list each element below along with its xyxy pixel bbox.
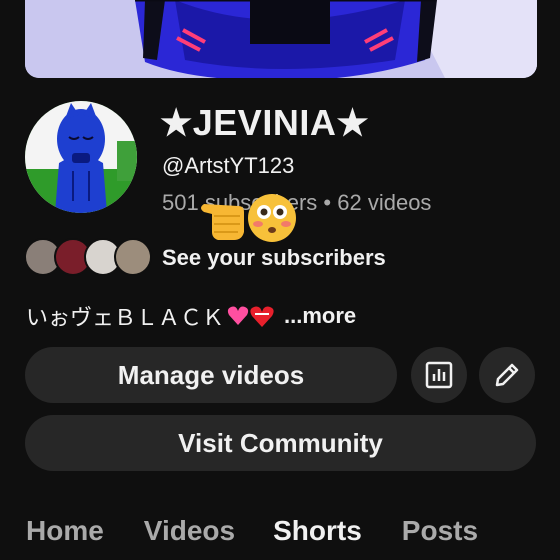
banner-artwork <box>25 0 537 78</box>
channel-handle: @ArtstYT123 <box>162 153 295 178</box>
channel-name: ★JEVINIA★ <box>160 102 370 143</box>
channel-banner[interactable] <box>25 0 537 78</box>
subscriber-avatar <box>114 238 152 276</box>
visit-community-button[interactable]: Visit Community <box>25 415 536 471</box>
channel-avatar[interactable] <box>25 101 137 213</box>
pointing-hand-icon <box>201 204 244 240</box>
tab-videos[interactable]: Videos <box>144 515 235 547</box>
stats-separator: • <box>317 190 338 215</box>
analytics-button[interactable] <box>411 347 467 403</box>
description-text: いぉヴェＢＬＡＣＫ <box>26 305 225 330</box>
more-link[interactable]: ...more <box>284 303 356 329</box>
pencil-icon <box>495 363 519 387</box>
avatar-image <box>25 101 137 213</box>
subscriber-avatars[interactable] <box>24 238 154 278</box>
tab-home[interactable]: Home <box>26 515 104 547</box>
manage-videos-button[interactable]: Manage videos <box>25 347 397 403</box>
tab-posts[interactable]: Posts <box>402 515 478 547</box>
see-subscribers-link[interactable]: See your subscribers <box>162 245 386 271</box>
edit-channel-button[interactable] <box>479 347 535 403</box>
tab-shorts[interactable]: Shorts <box>273 515 362 547</box>
bar-chart-icon <box>425 361 453 389</box>
flushed-face-icon <box>248 194 296 242</box>
channel-description[interactable]: いぉヴェＢＬＡＣＫ ...more <box>26 300 356 332</box>
channel-tabs: Home Videos Shorts Posts <box>26 515 478 547</box>
emoji-sticker-overlay <box>198 188 298 250</box>
video-count: 62 videos <box>337 190 432 215</box>
hearts-icon <box>227 306 274 327</box>
